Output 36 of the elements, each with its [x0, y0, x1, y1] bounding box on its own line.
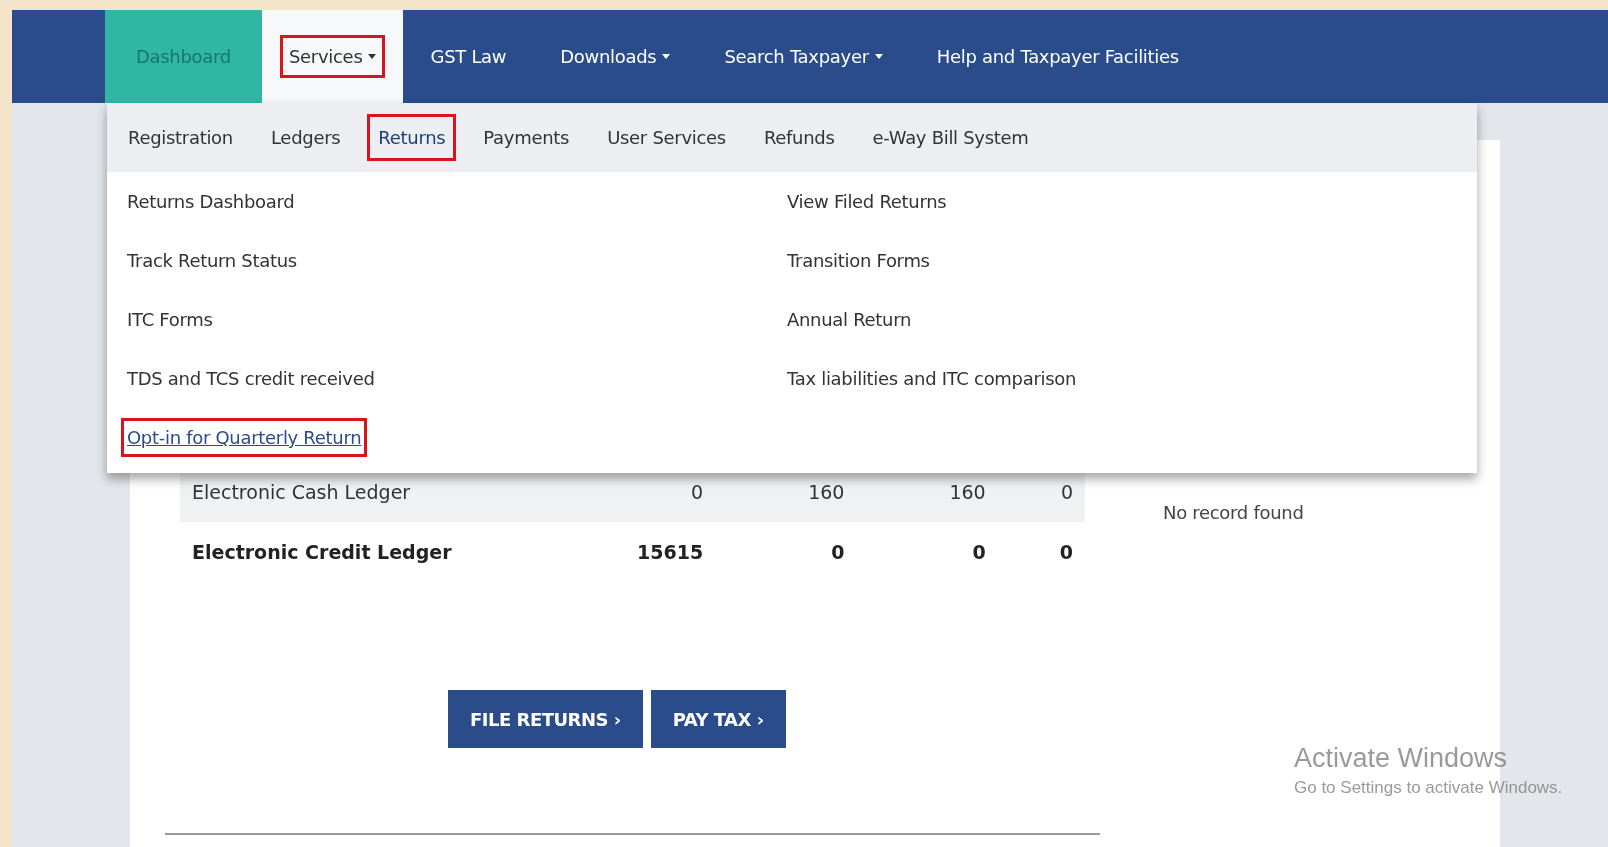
- submenu-tab[interactable]: e-Way Bill System: [861, 114, 1040, 161]
- table-cell: 0: [997, 522, 1085, 582]
- menu-link[interactable]: ITC Forms: [121, 300, 219, 339]
- nav-tab[interactable]: Downloads: [533, 10, 698, 103]
- submenu-tab[interactable]: Payments: [472, 114, 581, 161]
- table-cell: Electronic Cash Ledger: [180, 462, 504, 522]
- table-cell: 160: [856, 462, 998, 522]
- submenu-tab[interactable]: Ledgers: [259, 114, 352, 161]
- menu-link[interactable]: Opt-in for Quarterly Return: [121, 418, 368, 457]
- menu-link[interactable]: Returns Dashboard: [121, 182, 301, 221]
- activation-text: Go to Settings to activate Windows.: [1294, 778, 1563, 798]
- notice-text: No record found: [1163, 502, 1304, 523]
- table-cell: 0: [715, 522, 857, 582]
- table-cell: 0: [504, 462, 716, 522]
- table-cell: 15615: [504, 522, 716, 582]
- table-cell: 160: [715, 462, 857, 522]
- activation-title: Activate Windows: [1294, 743, 1509, 774]
- submenu-tab[interactable]: Refunds: [752, 114, 846, 161]
- menu-link[interactable]: View Filed Returns: [781, 182, 953, 221]
- menu-link[interactable]: Tax liabilities and ITC comparison: [781, 359, 1083, 398]
- table-cell: 0: [856, 522, 998, 582]
- menu-link[interactable]: Annual Return: [781, 300, 918, 339]
- table-cell: 0: [997, 462, 1085, 522]
- nav-tab[interactable]: Help and Taxpayer Facilities: [909, 10, 1206, 103]
- action-button[interactable]: FILE RETURNS ›: [448, 690, 643, 748]
- nav-tab[interactable]: GST Law: [403, 10, 534, 103]
- menu-link[interactable]: Track Return Status: [121, 241, 303, 280]
- nav-tab[interactable]: Services: [261, 10, 404, 103]
- submenu-tab[interactable]: Registration: [117, 114, 244, 161]
- action-button[interactable]: PAY TAX ›: [650, 690, 786, 748]
- submenu-tab[interactable]: User Services: [596, 114, 737, 161]
- menu-link[interactable]: Transition Forms: [781, 241, 936, 280]
- table-cell: Electronic Credit Ledger: [180, 522, 504, 582]
- nav-tab[interactable]: Search Taxpayer: [697, 10, 910, 103]
- menu-link[interactable]: TDS and TCS credit received: [121, 359, 381, 398]
- submenu-tab[interactable]: Returns: [367, 114, 457, 161]
